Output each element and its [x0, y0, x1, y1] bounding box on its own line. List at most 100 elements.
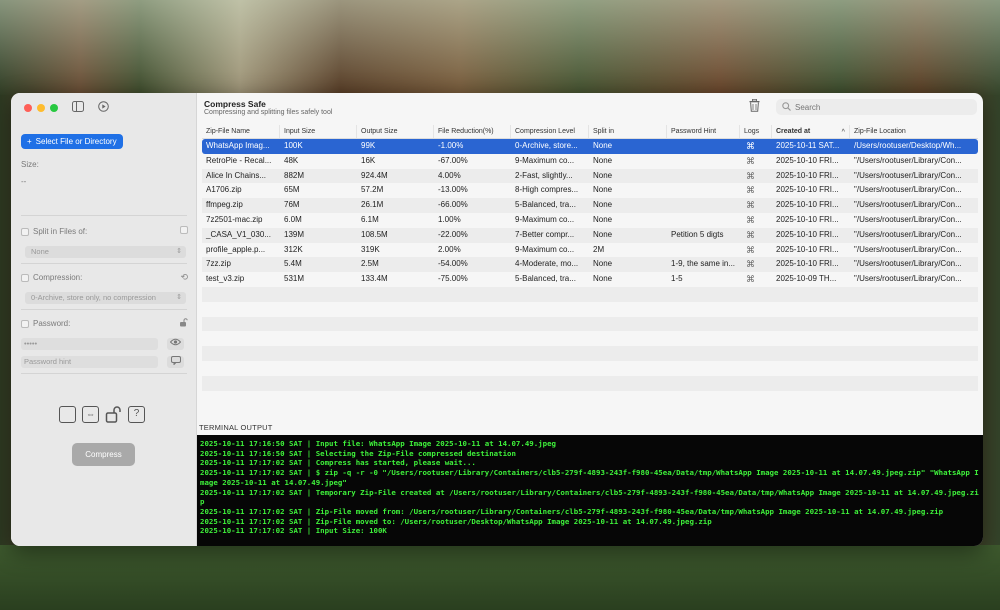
select-file-button[interactable]: + Select File or Directory: [21, 134, 123, 149]
password-hint-field[interactable]: Password hint: [21, 356, 158, 368]
close-window-button[interactable]: [24, 104, 32, 112]
password-field[interactable]: •••••: [21, 338, 158, 350]
compression-checkbox[interactable]: [21, 273, 29, 282]
logs-command-icon[interactable]: ⌘: [740, 228, 772, 243]
terminal-label: TERMINAL OUTPUT: [199, 423, 273, 432]
table-row[interactable]: 7z2501-mac.zip 6.0M 6.1M 1.00% 9-Maximum co.…: [202, 213, 978, 228]
terminal-line: 2025-10-11 17:17:02 SAT | Input Size: 10…: [200, 526, 387, 536]
sidebar-toggle-icon[interactable]: [72, 101, 84, 113]
password-checkbox-row[interactable]: Password:: [21, 319, 70, 328]
table-cell: 2.00%: [438, 244, 461, 254]
table-row[interactable]: WhatsApp Imag... 100K 99K -1.00% 0-Archive, …: [202, 139, 978, 154]
column-header[interactable]: Split in: [589, 125, 667, 138]
table-cell: profile_apple.p...: [206, 244, 266, 254]
table-cell: A1706.zip: [206, 185, 242, 195]
sidebar: + Select File or Directory Size: -- Spli…: [11, 93, 197, 546]
table-row[interactable]: test_v3.zip 531M 133.4M -75.00% 5-Balanced, …: [202, 272, 978, 287]
column-header[interactable]: Zip-File Name: [202, 125, 280, 138]
history-table: Zip-File Name Input Size Output Size Fil…: [202, 125, 978, 405]
logs-command-icon[interactable]: ⌘: [740, 183, 772, 198]
minimize-window-button[interactable]: [37, 104, 45, 112]
table-cell: 2025-10-10 FRI...: [776, 259, 839, 269]
column-header[interactable]: Logs: [740, 125, 772, 138]
compression-select[interactable]: 0-Archive, store only, no compression ⇕: [25, 292, 186, 304]
compression-checkbox-row[interactable]: Compression:: [21, 273, 82, 282]
terminal-line: 2025-10-11 17:16:50 SAT | Input file: Wh…: [200, 439, 556, 448]
table-cell: 2025-10-10 FRI...: [776, 229, 839, 239]
column-header[interactable]: File Reduction(%): [434, 125, 511, 138]
table-cell: [667, 243, 740, 258]
column-header[interactable]: Password Hint: [667, 125, 740, 138]
split-checkbox-row[interactable]: Split in Files of:: [21, 227, 87, 236]
table-row[interactable]: Alice In Chains... 882M 924.4M 4.00% 2-Fast,…: [202, 168, 978, 184]
logs-command-icon[interactable]: ⌘: [740, 139, 772, 154]
logs-command-icon[interactable]: ⌘: [740, 257, 772, 272]
empty-row: [202, 361, 978, 376]
table-cell: 100K: [284, 141, 303, 150]
table-cell: 139M: [284, 229, 305, 239]
table-cell: "/Users/rootuser/Library/Con...: [854, 214, 962, 224]
table-cell: None: [593, 259, 613, 269]
trash-icon[interactable]: [749, 98, 760, 115]
select-file-label: Select File or Directory: [35, 137, 117, 146]
table-cell: 1-9, the same in...: [671, 259, 736, 269]
table-row[interactable]: ffmpeg.zip 76M 26.1M -66.00% 5-Balanced, tra…: [202, 198, 978, 213]
terminal-output[interactable]: 2025-10-11 17:16:50 SAT | Input file: Wh…: [197, 435, 983, 546]
column-header-sorted[interactable]: Created at ^: [772, 125, 850, 138]
eye-icon[interactable]: [167, 338, 184, 350]
logs-command-icon[interactable]: ⌘: [740, 213, 772, 228]
split-select[interactable]: None ⇕: [25, 246, 186, 258]
table-cell: 9-Maximum co...: [515, 155, 575, 165]
table-cell: 5.4M: [284, 259, 302, 269]
empty-row: [202, 375, 978, 391]
logs-command-icon[interactable]: ⌘: [740, 243, 772, 258]
search-field[interactable]: [776, 99, 977, 115]
table-row[interactable]: profile_apple.p... 312K 319K 2.00% 9-Maximum…: [202, 243, 978, 258]
table-cell: "/Users/rootuser/Library/Con...: [854, 200, 962, 210]
column-header[interactable]: Zip-File Location: [850, 125, 978, 138]
message-icon[interactable]: [167, 356, 184, 368]
table-cell: 7zz.zip: [206, 259, 231, 269]
table-row[interactable]: _CASA_V1_030... 139M 108.5M -22.00% 7-Better…: [202, 227, 978, 243]
column-header[interactable]: Input Size: [280, 125, 357, 138]
table-cell: 108.5M: [361, 229, 388, 239]
logs-command-icon[interactable]: ⌘: [740, 154, 772, 169]
logs-command-icon[interactable]: ⌘: [740, 272, 772, 287]
table-cell: "/Users/rootuser/Library/Con...: [854, 259, 962, 269]
table-cell: None: [593, 185, 613, 195]
search-input[interactable]: [795, 102, 965, 112]
terminal-line: 2025-10-11 17:17:02 SAT | Compress has s…: [200, 458, 476, 468]
table-cell: 1.00%: [438, 214, 461, 224]
table-cell: 5-Balanced, tra...: [515, 200, 576, 210]
table-cell: 4.00%: [438, 170, 461, 180]
table-row[interactable]: RetroPie - Recal... 48K 16K -67.00% 9-Maximu…: [202, 154, 978, 169]
split-checkbox[interactable]: [21, 227, 29, 236]
table-cell: 133.4M: [361, 274, 388, 284]
table-cell: 2025-10-10 FRI...: [776, 200, 839, 210]
table-cell: 5-Balanced, tra...: [515, 274, 576, 284]
table-cell: 924.4M: [361, 170, 388, 180]
table-header: Zip-File Name Input Size Output Size Fil…: [202, 125, 978, 139]
app-window: + Select File or Directory Size: -- Spli…: [11, 93, 983, 546]
table-row[interactable]: 7zz.zip 5.4M 2.5M -54.00% 4-Moderate, mo... N…: [202, 257, 978, 273]
password-checkbox[interactable]: [21, 319, 29, 328]
play-circle-icon[interactable]: [97, 101, 109, 113]
table-cell: WhatsApp Imag...: [206, 141, 270, 150]
table-cell: None: [593, 141, 613, 150]
column-header[interactable]: Output Size: [357, 125, 434, 138]
logs-command-icon[interactable]: ⌘: [740, 198, 772, 213]
table-cell: 2025-10-09 TH...: [776, 274, 837, 284]
app-title: Compress Safe: [204, 99, 266, 109]
logs-command-icon[interactable]: ⌘: [740, 169, 772, 184]
compress-button[interactable]: Compress: [72, 443, 135, 466]
table-cell: 2025-10-10 FRI...: [776, 214, 839, 224]
zoom-window-button[interactable]: [50, 104, 58, 112]
table-cell: 4-Moderate, mo...: [515, 259, 579, 269]
table-row[interactable]: A1706.zip 65M 57.2M -13.00% 8-High compres..…: [202, 183, 978, 198]
table-cell: None: [593, 155, 613, 165]
table-body: WhatsApp Imag... 100K 99K -1.00% 0-Archive, …: [202, 139, 978, 405]
table-cell: "/Users/rootuser/Library/Con...: [854, 185, 962, 195]
table-cell: 26.1M: [361, 200, 384, 210]
column-header[interactable]: Compression Level: [511, 125, 589, 138]
desktop-wallpaper-top: [0, 0, 1000, 95]
